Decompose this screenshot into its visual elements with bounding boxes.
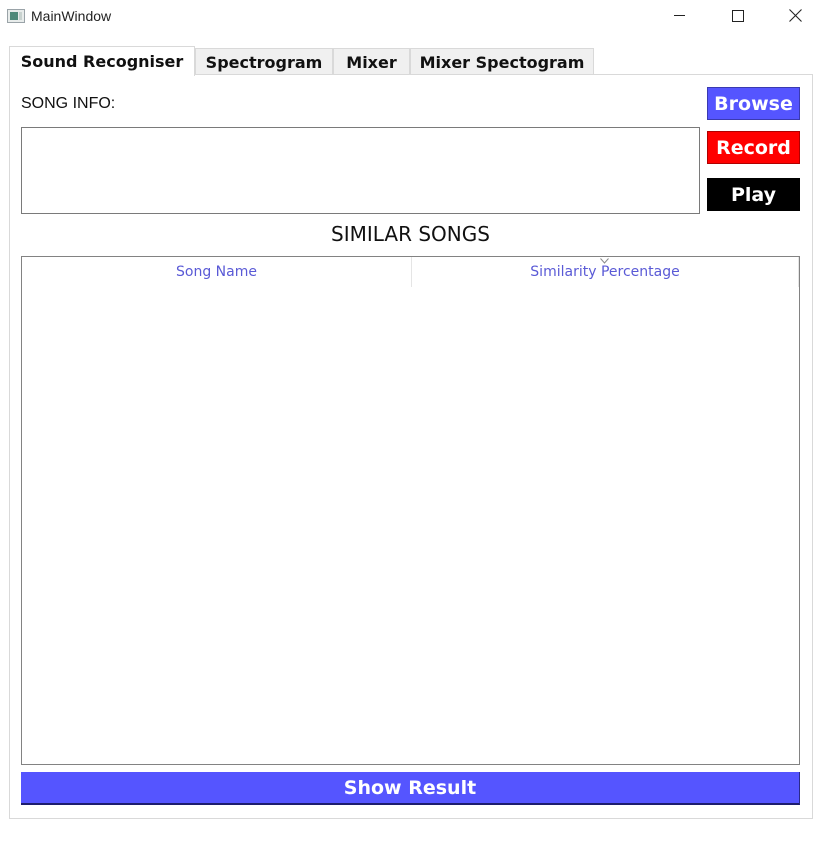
close-button[interactable] (772, 0, 818, 33)
close-icon (789, 9, 802, 22)
app-icon (7, 9, 25, 23)
browse-button[interactable]: Browse (707, 87, 800, 120)
tab-spectrogram[interactable]: Spectrogram (195, 48, 333, 75)
tab-sound-recogniser[interactable]: Sound Recogniser (9, 46, 195, 76)
title-bar[interactable]: MainWindow (0, 0, 825, 33)
column-header-song-name[interactable]: Song Name (22, 257, 412, 287)
table-header: Song Name Similarity Percentage (22, 257, 799, 287)
sort-chevron-down-icon (600, 258, 609, 264)
tab-mixer-spectogram[interactable]: Mixer Spectogram (410, 48, 594, 75)
similar-songs-heading: SIMILAR SONGS (331, 222, 490, 246)
similar-songs-table[interactable]: Song Name Similarity Percentage (21, 256, 800, 765)
song-info-label: SONG INFO: (21, 95, 116, 112)
maximize-button[interactable] (714, 0, 760, 33)
play-button[interactable]: Play (707, 178, 800, 211)
show-result-button[interactable]: Show Result (21, 772, 800, 805)
tab-mixer[interactable]: Mixer (333, 48, 410, 75)
window-title: MainWindow (31, 8, 112, 24)
song-info-textbox[interactable] (21, 127, 700, 214)
minimize-button[interactable] (656, 0, 702, 33)
record-button[interactable]: Record (707, 131, 800, 164)
main-window: MainWindow Sound Recogniser Spectrogram … (0, 0, 825, 855)
